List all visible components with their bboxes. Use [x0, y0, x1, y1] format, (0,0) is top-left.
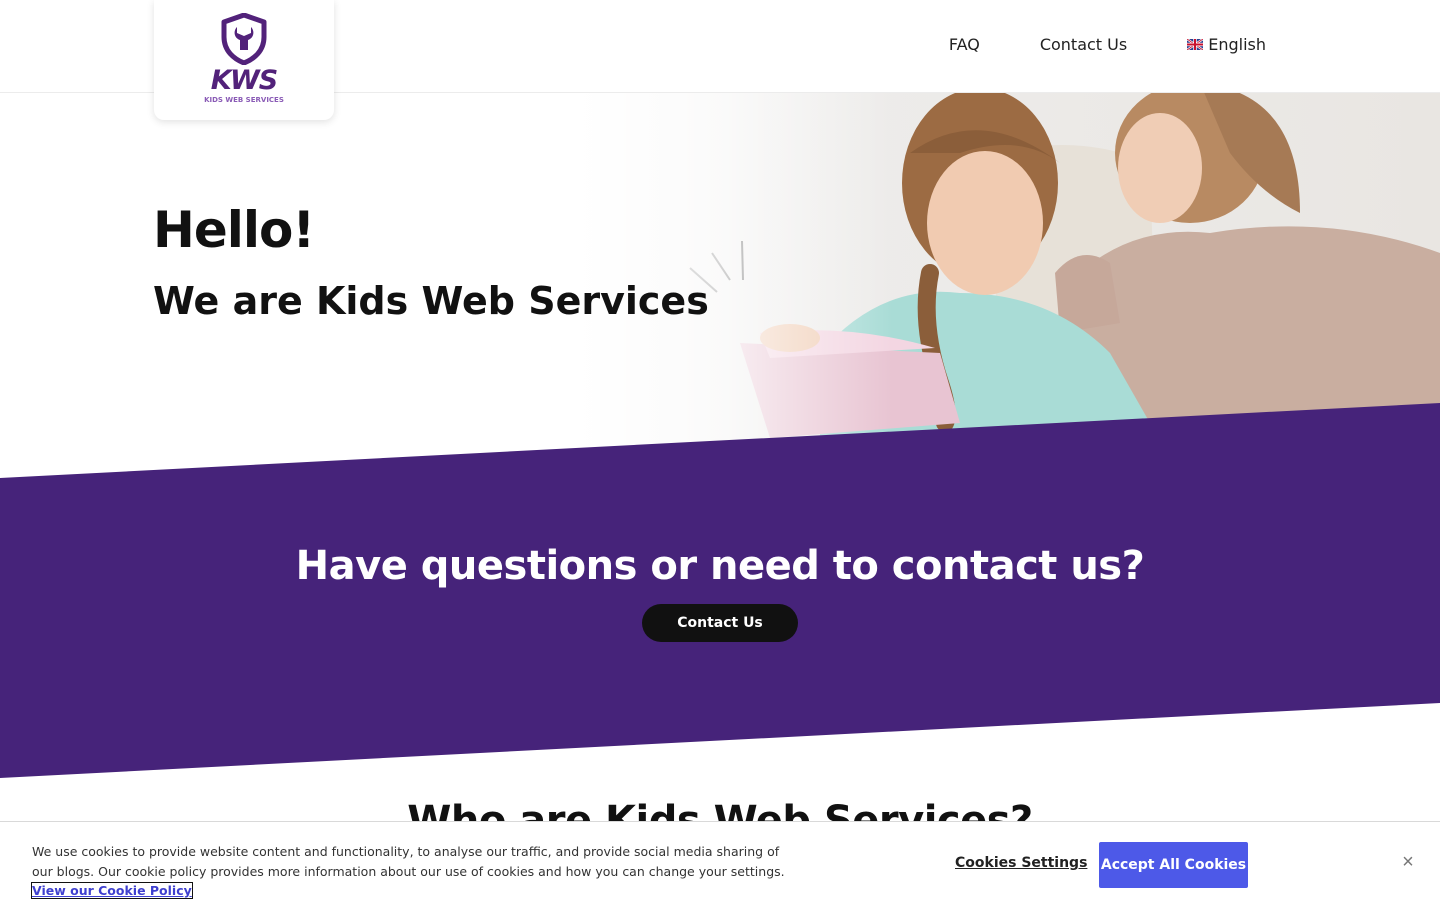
cookie-message: We use cookies to provide website conten… — [32, 844, 785, 879]
language-selector[interactable]: English — [1187, 35, 1266, 54]
uk-flag-icon — [1187, 39, 1204, 50]
nav-faq[interactable]: FAQ — [949, 35, 980, 54]
logo[interactable]: KWS KIDS WEB SERVICES — [154, 0, 334, 120]
hero-subtitle: We are Kids Web Services — [153, 279, 709, 323]
main-nav: FAQ Contact Us English — [889, 35, 1266, 54]
logo-text: KWS — [210, 65, 278, 96]
language-label: English — [1208, 35, 1266, 54]
cookie-banner: We use cookies to provide website conten… — [0, 821, 1440, 900]
shield-wrench-icon — [221, 13, 267, 65]
contact-band — [0, 403, 1440, 778]
cookies-settings-button[interactable]: Cookies Settings — [955, 855, 1087, 871]
cookie-policy-link[interactable]: View our Cookie Policy — [31, 882, 193, 899]
cookie-text: We use cookies to provide website conten… — [31, 842, 792, 900]
close-icon[interactable]: × — [1396, 850, 1420, 874]
contact-heading: Have questions or need to contact us? — [295, 543, 1145, 589]
hero-title: Hello! — [153, 201, 315, 259]
accept-all-cookies-button[interactable]: Accept All Cookies — [1099, 842, 1248, 888]
contact-us-button[interactable]: Contact Us — [642, 604, 798, 642]
logo-subtext: KIDS WEB SERVICES — [204, 96, 284, 104]
nav-contact-us[interactable]: Contact Us — [1040, 35, 1127, 54]
